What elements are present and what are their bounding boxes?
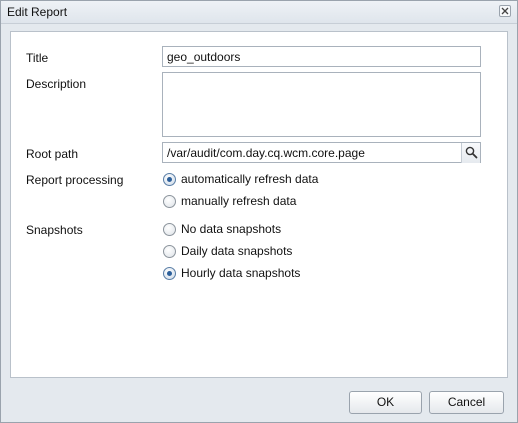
- close-icon: [501, 7, 509, 15]
- radio-manual-refresh[interactable]: [163, 195, 176, 208]
- description-field[interactable]: [162, 72, 481, 137]
- snapshots-label: Snapshots: [26, 223, 83, 237]
- radio-auto-refresh[interactable]: [163, 173, 176, 186]
- report-processing-label: Report processing: [26, 173, 124, 187]
- search-icon: [465, 146, 478, 159]
- description-textarea[interactable]: [167, 76, 475, 132]
- radio-no-snapshots[interactable]: [163, 223, 176, 236]
- root-path-browse-button[interactable]: [461, 143, 480, 163]
- radio-manual-refresh-label[interactable]: manually refresh data: [181, 194, 296, 208]
- root-path-label: Root path: [26, 147, 79, 161]
- title-field[interactable]: [162, 46, 481, 67]
- radio-hourly-snapshots[interactable]: [163, 267, 176, 280]
- radio-no-snapshots-label[interactable]: No data snapshots: [181, 222, 281, 236]
- radio-daily-snapshots[interactable]: [163, 245, 176, 258]
- radio-hourly-snapshots-label[interactable]: Hourly data snapshots: [181, 266, 300, 280]
- edit-report-dialog: Edit Report Title Description Root path: [0, 0, 518, 423]
- cancel-button[interactable]: Cancel: [429, 391, 504, 414]
- title-input[interactable]: [167, 50, 475, 64]
- radio-auto-refresh-label[interactable]: automatically refresh data: [181, 172, 318, 186]
- dialog-title: Edit Report: [7, 5, 68, 19]
- description-label: Description: [26, 77, 87, 91]
- ok-button[interactable]: OK: [349, 391, 422, 414]
- radio-daily-snapshots-label[interactable]: Daily data snapshots: [181, 244, 292, 258]
- title-label: Title: [26, 51, 49, 65]
- dialog-titlebar[interactable]: Edit Report: [1, 1, 517, 24]
- close-button[interactable]: [499, 5, 511, 17]
- root-path-field[interactable]: [162, 142, 481, 163]
- root-path-input[interactable]: [167, 146, 457, 160]
- form-panel: Title Description Root path Report proce…: [10, 31, 508, 378]
